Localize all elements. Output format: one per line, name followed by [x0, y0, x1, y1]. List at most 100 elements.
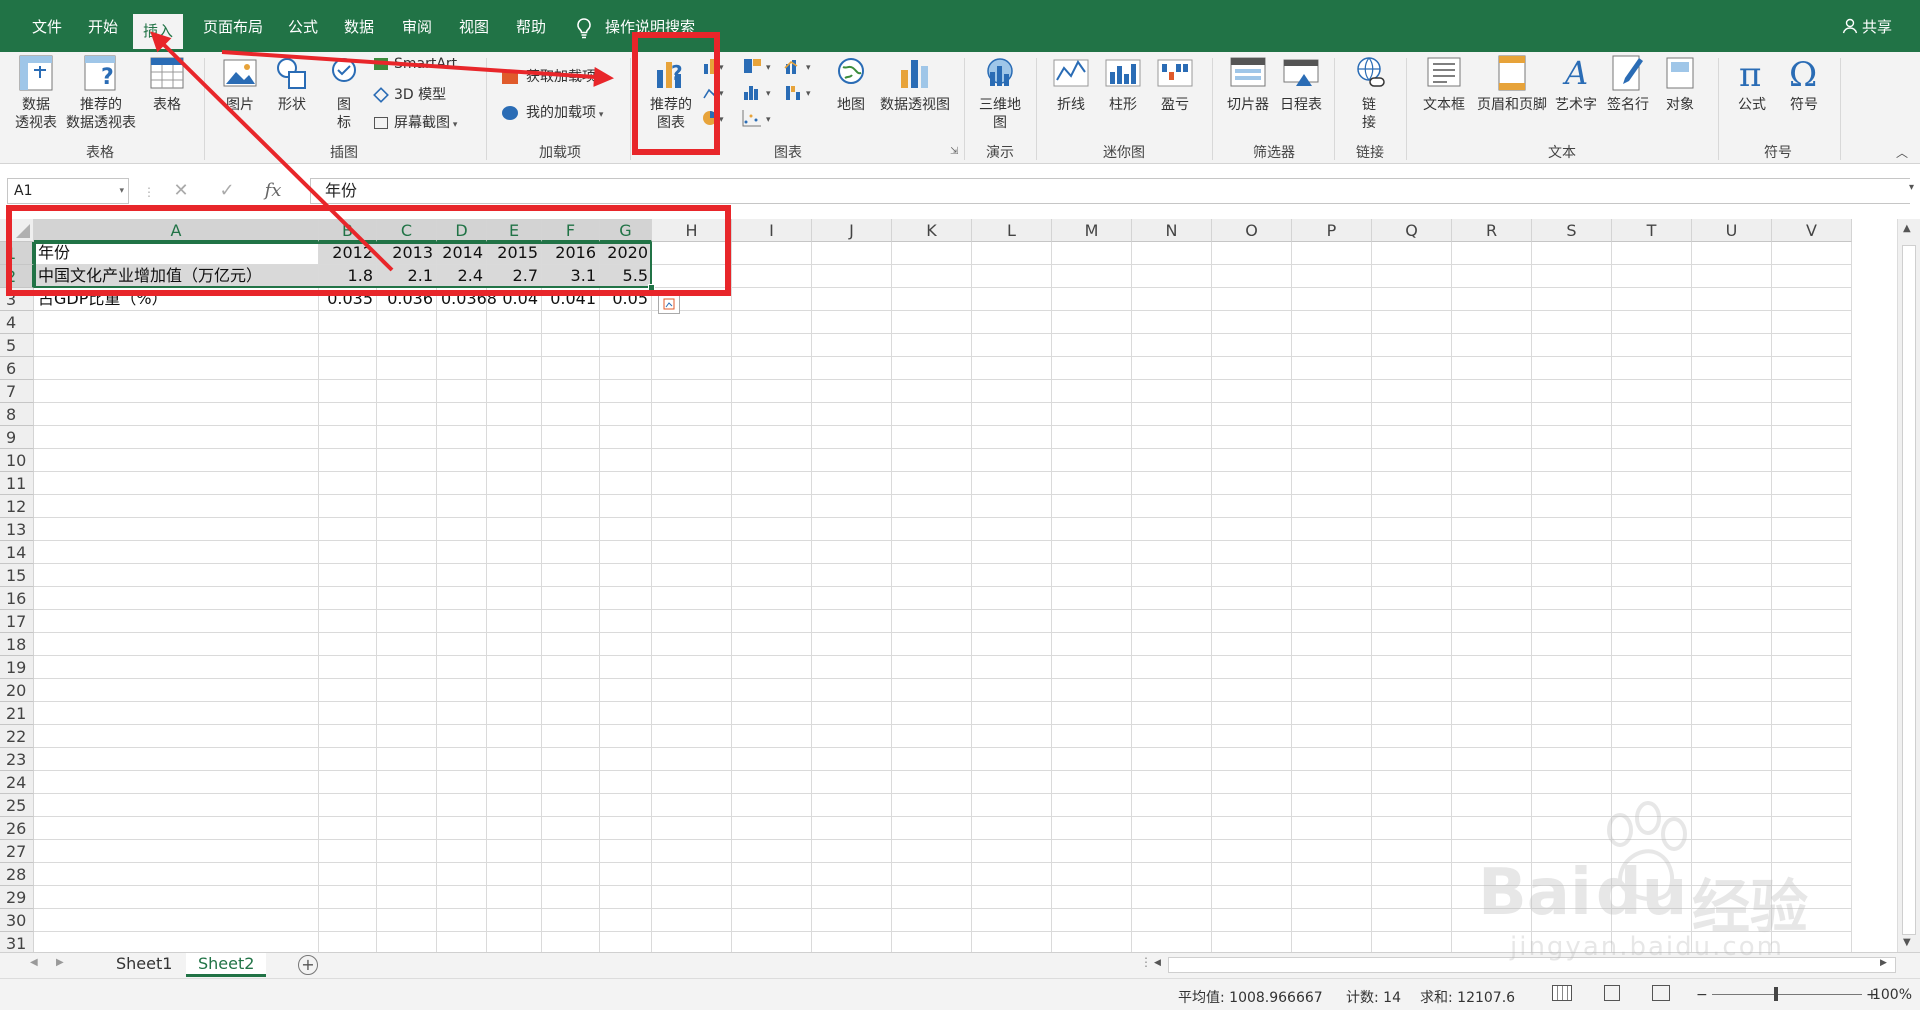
share-button[interactable]: 共享	[1842, 16, 1892, 37]
enter-icon[interactable]: ✓	[204, 178, 250, 204]
row-header-10[interactable]: 10	[0, 449, 34, 472]
row-header-2[interactable]: 2	[0, 265, 34, 288]
cell-value[interactable]: 0.036	[377, 288, 437, 311]
cell-value[interactable]: 0.04	[487, 288, 542, 311]
sparkline-winloss-button[interactable]: 盈亏	[1152, 54, 1198, 114]
row-header-11[interactable]: 11	[0, 472, 34, 495]
prev-sheet-icon[interactable]: ◀	[30, 957, 38, 968]
recommended-charts-button[interactable]: ? 推荐的 图表	[644, 54, 698, 132]
column-header-d[interactable]: D	[437, 219, 487, 242]
row-header-26[interactable]: 26	[0, 817, 34, 840]
worksheet-grid[interactable]: A B C D E F G H I J K L M N O P Q R S T U V 1 2 3 4 5 6 7 8 9 10 11 12 13 1…	[0, 219, 1897, 952]
sparkline-line-button[interactable]: 折线	[1048, 54, 1094, 114]
row-header-9[interactable]: 9	[0, 426, 34, 449]
quick-analysis-icon[interactable]	[658, 294, 680, 314]
horizontal-scrollbar[interactable]	[1168, 957, 1896, 973]
column-header-c[interactable]: C	[377, 219, 437, 242]
column-header-b[interactable]: B	[319, 219, 377, 242]
row-header-22[interactable]: 22	[0, 725, 34, 748]
row-header-29[interactable]: 29	[0, 886, 34, 909]
collapse-ribbon-icon[interactable]: ︿	[1896, 144, 1908, 161]
get-addins-button[interactable]: 获取加载项	[502, 66, 596, 86]
dialog-launcher-icon[interactable]: ⇲	[950, 146, 958, 157]
column-header-i[interactable]: I	[732, 219, 812, 242]
scroll-down-icon[interactable]: ▼	[1903, 937, 1911, 948]
cancel-icon[interactable]: ✕	[158, 178, 204, 204]
column-header-k[interactable]: K	[892, 219, 972, 242]
row-header-17[interactable]: 17	[0, 610, 34, 633]
symbol-button[interactable]: Ω 符号	[1780, 54, 1828, 114]
name-box[interactable]: A1 ▾	[7, 178, 129, 204]
scatter-chart-button[interactable]: ▾	[742, 108, 776, 128]
row-header-16[interactable]: 16	[0, 587, 34, 610]
select-all-corner[interactable]	[0, 219, 34, 242]
shapes-button[interactable]: 形状	[270, 54, 314, 114]
cell-value[interactable]: 0.0368	[437, 288, 497, 311]
row-header-4[interactable]: 4	[0, 311, 34, 334]
formula-input[interactable]: 年份	[310, 178, 1910, 204]
row-header-13[interactable]: 13	[0, 518, 34, 541]
column-header-g[interactable]: G	[600, 219, 652, 242]
pivotchart-button[interactable]: 数据透视图	[874, 54, 956, 114]
line-chart-button[interactable]: ▾	[702, 82, 730, 102]
column-header-f[interactable]: F	[542, 219, 600, 242]
tell-me-search[interactable]: 操作说明搜索	[575, 12, 695, 42]
column-header-a[interactable]: A	[34, 219, 319, 242]
row-header-31[interactable]: 31	[0, 932, 34, 952]
column-header-u[interactable]: U	[1692, 219, 1772, 242]
sheet-tab-sheet2[interactable]: Sheet2	[186, 953, 267, 977]
signature-line-button[interactable]: 签名行	[1604, 54, 1652, 114]
object-button[interactable]: 对象	[1656, 54, 1704, 114]
row-header-8[interactable]: 8	[0, 403, 34, 426]
column-header-m[interactable]: M	[1052, 219, 1132, 242]
vertical-scrollbar[interactable]: ▲ ▼	[1897, 219, 1920, 952]
recommended-pivot-button[interactable]: ? 推荐的 数据透视表	[62, 54, 140, 132]
screenshot-button[interactable]: 屏幕截图 ▾	[374, 112, 457, 132]
row-header-12[interactable]: 12	[0, 495, 34, 518]
cell-value[interactable]: 0.035	[319, 288, 377, 311]
row-header-30[interactable]: 30	[0, 909, 34, 932]
zoom-slider-thumb[interactable]	[1774, 987, 1778, 1001]
tab-file[interactable]: 文件	[22, 12, 72, 46]
row-header-14[interactable]: 14	[0, 541, 34, 564]
cell-value[interactable]: 0.041	[542, 288, 600, 311]
zoom-out-icon[interactable]: −	[1696, 987, 1708, 1003]
column-header-v[interactable]: V	[1772, 219, 1852, 242]
cell-value[interactable]: 0.05	[600, 288, 652, 311]
table-button[interactable]: 表格	[144, 54, 190, 114]
row-header-25[interactable]: 25	[0, 794, 34, 817]
tab-help[interactable]: 帮助	[506, 12, 556, 46]
tab-formulas[interactable]: 公式	[278, 12, 328, 46]
header-footer-button[interactable]: 页眉和页脚	[1472, 54, 1552, 114]
icons-button[interactable]: 图 标	[324, 54, 364, 132]
my-addins-button[interactable]: 我的加载项 ▾	[502, 102, 603, 122]
textbox-button[interactable]: 文本框	[1416, 54, 1472, 114]
combo-chart-button[interactable]: ▾	[784, 56, 818, 76]
row-header-15[interactable]: 15	[0, 564, 34, 587]
row-header-23[interactable]: 23	[0, 748, 34, 771]
fill-handle[interactable]	[648, 284, 655, 291]
pivot-table-button[interactable]: 数据 透视表	[10, 54, 62, 132]
normal-view-icon[interactable]	[1552, 985, 1572, 1001]
pie-chart-button[interactable]: ▾	[702, 108, 730, 128]
tab-review[interactable]: 审阅	[392, 12, 442, 46]
row-header-28[interactable]: 28	[0, 863, 34, 886]
row-header-19[interactable]: 19	[0, 656, 34, 679]
column-header-l[interactable]: L	[972, 219, 1052, 242]
timeline-button[interactable]: 日程表	[1276, 54, 1326, 114]
column-header-s[interactable]: S	[1532, 219, 1612, 242]
column-header-o[interactable]: O	[1212, 219, 1292, 242]
tab-data[interactable]: 数据	[334, 12, 384, 46]
zoom-level[interactable]: 100%	[1872, 987, 1912, 1003]
slicer-button[interactable]: 切片器	[1222, 54, 1274, 114]
3d-map-button[interactable]: 三维地 图	[974, 54, 1026, 132]
scroll-thumb[interactable]	[1902, 245, 1916, 935]
next-sheet-icon[interactable]: ▶	[56, 957, 64, 968]
zoom-slider[interactable]	[1712, 994, 1862, 995]
row-header-6[interactable]: 6	[0, 357, 34, 380]
scroll-right-icon[interactable]: ▶	[1880, 958, 1887, 968]
link-button[interactable]: 链 接	[1348, 54, 1390, 132]
page-layout-view-icon[interactable]	[1604, 985, 1620, 1001]
row-header-21[interactable]: 21	[0, 702, 34, 725]
row-header-7[interactable]: 7	[0, 380, 34, 403]
